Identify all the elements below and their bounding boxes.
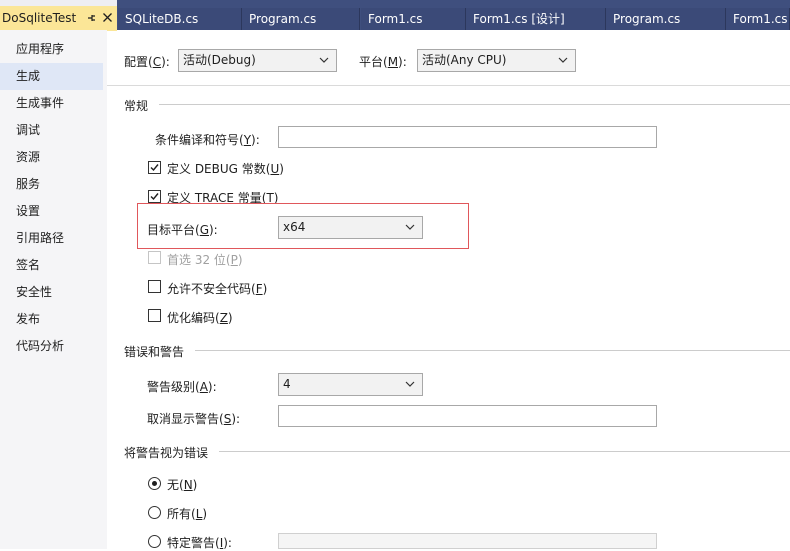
divider — [107, 85, 790, 86]
radio-selected-dot — [152, 481, 157, 486]
allow-unsafe-label: 允许不安全代码(F) — [167, 282, 268, 296]
sidebar-item-build-events[interactable]: 生成事件 — [0, 90, 103, 117]
prefer-32bit-checkbox[interactable] — [148, 251, 161, 264]
sidebar-item-publish[interactable]: 发布 — [0, 306, 103, 333]
configuration-dropdown[interactable]: 活动(Debug) — [178, 49, 337, 72]
project-properties-nav: 应用程序 生成 生成事件 调试 资源 服务 设置 引用路径 签名 安全性 发布 … — [0, 30, 107, 549]
section-title-general: 常规 — [124, 99, 149, 113]
tab-label: Form1.cs [设计] — [473, 12, 565, 26]
define-debug-label: 定义 DEBUG 常数(U) — [167, 162, 284, 176]
tab-label: Program.cs — [249, 12, 317, 26]
section-title-treat-warnings: 将警告视为错误 — [124, 446, 209, 460]
tab-form1-cs-2[interactable]: Form1.cs — [726, 8, 790, 30]
tab-form1-cs[interactable]: Form1.cs — [361, 8, 466, 30]
treat-warnings-specific-label: 特定警告(I): — [167, 536, 232, 550]
build-properties-page: 配置(C): 活动(Debug) 平台(M): 活动(Any CPU) 常规 条… — [107, 30, 790, 550]
tab-label: Form1.cs — [733, 12, 788, 26]
platform-value: 活动(Any CPU) — [422, 53, 507, 67]
close-icon[interactable] — [102, 6, 113, 30]
sidebar-item-signing[interactable]: 签名 — [0, 252, 103, 279]
sidebar-item-reference-paths[interactable]: 引用路径 — [0, 225, 103, 252]
treat-warnings-none-radio[interactable] — [148, 477, 161, 490]
target-platform-value: x64 — [283, 220, 306, 234]
tab-label: SQLiteDB.cs — [125, 12, 199, 26]
specific-warnings-input[interactable] — [278, 533, 657, 549]
treat-warnings-all-label: 所有(L) — [167, 507, 208, 521]
treat-warnings-all-radio[interactable] — [148, 506, 161, 519]
warning-level-value: 4 — [283, 377, 291, 391]
suppress-warnings-label: 取消显示警告(S): — [147, 412, 241, 426]
section-title-errors-warnings: 错误和警告 — [124, 345, 185, 359]
warning-level-label: 警告级别(A): — [147, 380, 217, 394]
allow-unsafe-checkbox[interactable] — [148, 280, 161, 293]
section-rule — [195, 350, 790, 351]
section-rule — [219, 451, 790, 452]
sidebar-item-build[interactable]: 生成 — [0, 63, 103, 90]
sidebar-item-code-analysis[interactable]: 代码分析 — [0, 333, 103, 360]
tab-sqlitedb-cs[interactable]: SQLiteDB.cs — [118, 8, 242, 30]
platform-dropdown[interactable]: 活动(Any CPU) — [417, 49, 576, 72]
target-platform-label: 目标平台(G): — [147, 223, 218, 237]
conditional-symbols-input[interactable] — [278, 126, 657, 148]
define-debug-checkbox[interactable] — [148, 161, 161, 174]
tab-program-cs[interactable]: Program.cs — [242, 8, 360, 30]
define-trace-checkbox[interactable] — [148, 190, 161, 203]
optimize-code-label: 优化编码(Z) — [167, 311, 233, 325]
tab-label: Form1.cs — [368, 12, 423, 26]
chevron-down-icon — [405, 381, 415, 387]
configuration-value: 活动(Debug) — [183, 53, 256, 67]
checkmark-icon — [150, 164, 159, 172]
optimize-code-checkbox[interactable] — [148, 309, 161, 322]
target-platform-dropdown[interactable]: x64 — [278, 216, 423, 239]
treat-warnings-none-label: 无(N) — [167, 478, 198, 492]
chevron-down-icon — [558, 57, 568, 63]
chevron-down-icon — [405, 224, 415, 230]
tab-program-cs-2[interactable]: Program.cs — [606, 8, 726, 30]
suppress-warnings-input[interactable] — [278, 405, 657, 427]
tab-label: Program.cs — [613, 12, 681, 26]
checkmark-icon — [150, 193, 159, 201]
prefer-32bit-label: 首选 32 位(P) — [167, 253, 243, 267]
sidebar-item-security[interactable]: 安全性 — [0, 279, 103, 306]
sidebar-item-debug[interactable]: 调试 — [0, 117, 103, 144]
chevron-down-icon — [319, 57, 329, 63]
tab-dosqlitetest[interactable]: DoSqliteTest — [0, 6, 117, 30]
document-tab-strip: DoSqliteTest SQLiteDB.cs Program.cs Form… — [0, 0, 790, 31]
tab-label: DoSqliteTest — [2, 11, 77, 25]
sidebar-item-services[interactable]: 服务 — [0, 171, 103, 198]
platform-label: 平台(M): — [359, 55, 407, 69]
pin-icon[interactable] — [86, 6, 96, 30]
configuration-label: 配置(C): — [124, 55, 170, 69]
treat-warnings-specific-radio[interactable] — [148, 535, 161, 548]
sidebar-item-settings[interactable]: 设置 — [0, 198, 103, 225]
conditional-symbols-label: 条件编译和符号(Y): — [155, 133, 260, 147]
sidebar-item-application[interactable]: 应用程序 — [0, 36, 103, 63]
warning-level-dropdown[interactable]: 4 — [278, 373, 423, 396]
section-rule — [159, 104, 790, 105]
tab-form1-design[interactable]: Form1.cs [设计] — [466, 8, 606, 30]
sidebar-item-resources[interactable]: 资源 — [0, 144, 103, 171]
